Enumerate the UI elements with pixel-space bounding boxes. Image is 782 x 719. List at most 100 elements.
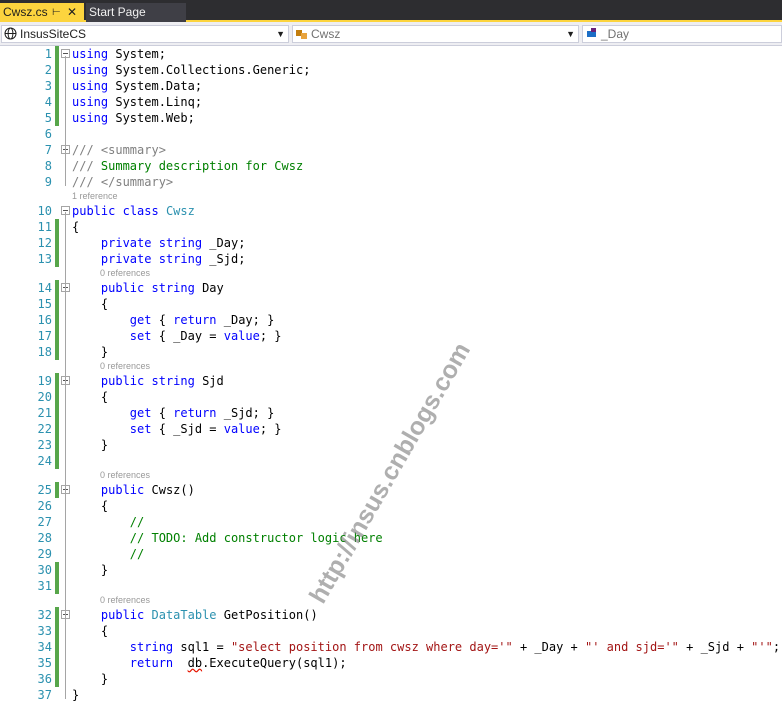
line-number: 34 [37, 640, 52, 654]
line-number: 2 [44, 63, 52, 77]
code-token: public [100, 281, 145, 295]
code-token: { _Day = [151, 329, 224, 343]
code-line[interactable]: 10 public class Cwsz [0, 203, 782, 219]
code-line[interactable]: 9 /// </summary> [0, 174, 782, 190]
code-token: get [129, 313, 152, 327]
code-line[interactable]: 17 set { _Day = value; } [0, 328, 782, 344]
code-line[interactable]: 13 private string _Sjd; [0, 251, 782, 267]
code-line[interactable]: 33 { [0, 623, 782, 639]
code-line[interactable]: 14 public string Day [0, 280, 782, 296]
code-line[interactable]: 5 using System.Web; [0, 110, 782, 126]
code-token: DataTable [151, 608, 217, 622]
project-dropdown[interactable]: InsusSiteCS ▼ [1, 25, 289, 43]
code-token: System.Collections.Generic; [108, 63, 311, 77]
code-line[interactable]: 27 // [0, 514, 782, 530]
code-line[interactable]: 8 /// Summary description for Cwsz [0, 158, 782, 174]
change-marker [55, 46, 59, 62]
line-number: 25 [37, 483, 52, 497]
code-line[interactable]: 35 return db.ExecuteQuery(sql1); [0, 655, 782, 671]
code-line[interactable]: 32 public DataTable GetPosition() [0, 607, 782, 623]
code-token: + _Day + [512, 640, 585, 654]
code-token: // [129, 515, 145, 529]
code-token: "'" [751, 640, 773, 654]
code-token: get [129, 406, 152, 420]
code-line[interactable]: 37} [0, 687, 782, 703]
code-line[interactable]: 34 string sql1 = "select position from c… [0, 639, 782, 655]
code-line[interactable]: 6 [0, 126, 782, 142]
tab-cwsz-cs[interactable]: Cwsz.cs ⊢ ✕ [0, 3, 84, 22]
code-line[interactable]: 21 get { return _Sjd; } [0, 405, 782, 421]
code-token: public [72, 204, 116, 218]
code-token: "select position from cwsz where day='" [230, 640, 513, 654]
code-line[interactable]: 3 using System.Data; [0, 78, 782, 94]
change-marker [55, 328, 59, 344]
code-line[interactable]: 16 get { return _Day; } [0, 312, 782, 328]
line-number: 7 [44, 143, 52, 157]
line-number: 3 [44, 79, 52, 93]
reference-count-lens[interactable]: 0 references [100, 360, 150, 373]
change-marker [55, 671, 59, 687]
code-line[interactable]: 20 { [0, 389, 782, 405]
code-token: set [129, 422, 152, 436]
reference-count-lens[interactable]: 0 references [100, 469, 150, 482]
code-text: { [72, 389, 108, 405]
code-line[interactable]: 2 using System.Collections.Generic; [0, 62, 782, 78]
code-line[interactable]: 12 private string _Day; [0, 235, 782, 251]
code-line[interactable]: 18 } [0, 344, 782, 360]
change-marker [55, 296, 59, 312]
code-line[interactable]: 36 } [0, 671, 782, 687]
code-text: } [72, 437, 108, 453]
code-editor[interactable]: 1 using System; 2 using System.Collections.… [0, 46, 782, 719]
code-token: { [151, 406, 174, 420]
line-number: 15 [37, 297, 52, 311]
line-number: 14 [37, 281, 52, 295]
code-token: using [72, 63, 109, 77]
member-dropdown[interactable]: _Day [582, 25, 782, 43]
code-token: _Sjd; [202, 252, 246, 266]
type-dropdown[interactable]: Cwsz ▼ [292, 25, 579, 43]
code-line[interactable]: 29 // [0, 546, 782, 562]
line-number: 29 [37, 547, 52, 561]
line-number: 30 [37, 563, 52, 577]
code-text: } [72, 562, 108, 578]
code-token: _Day; [202, 236, 246, 250]
reference-count-lens[interactable]: 0 references [100, 594, 150, 607]
line-number: 5 [44, 111, 52, 125]
change-marker [55, 280, 59, 296]
code-line[interactable]: 19 public string Sjd [0, 373, 782, 389]
reference-count-lens[interactable]: 1 reference [72, 190, 118, 203]
code-line[interactable]: 4 using System.Linq; [0, 94, 782, 110]
code-text: public string Sjd [72, 373, 224, 389]
code-token: string [129, 640, 174, 654]
code-line[interactable]: 11 { [0, 219, 782, 235]
code-token: return [173, 406, 217, 420]
pin-icon[interactable]: ⊢ [52, 3, 61, 22]
change-marker [55, 219, 59, 235]
code-line[interactable]: 31 [0, 578, 782, 594]
code-line[interactable]: 7 /// <summary> [0, 142, 782, 158]
code-token: string [158, 252, 203, 266]
change-marker [55, 623, 59, 639]
change-marker [55, 421, 59, 437]
code-line[interactable]: 1 using System; [0, 46, 782, 62]
outline-guide [65, 56, 66, 186]
code-token: string [151, 281, 195, 295]
code-line[interactable]: 15 { [0, 296, 782, 312]
tab-start-page[interactable]: Start Page [86, 3, 186, 22]
code-token: value [223, 329, 260, 343]
reference-count-lens[interactable]: 0 references [100, 267, 150, 280]
code-line[interactable]: 28 // TODO: Add constructor logic here [0, 530, 782, 546]
code-token: ; } [259, 422, 282, 436]
code-token: System; [108, 47, 166, 61]
line-number: 37 [37, 688, 52, 702]
code-line[interactable]: 30 } [0, 562, 782, 578]
close-icon[interactable]: ✕ [67, 3, 77, 22]
